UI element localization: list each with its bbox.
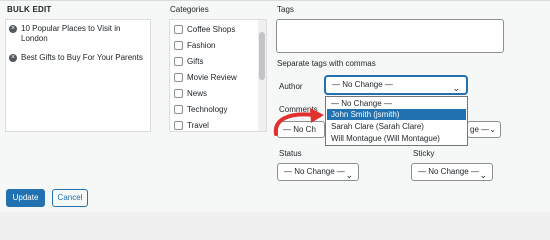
category-item[interactable]: News <box>174 89 207 98</box>
category-label: Fashion <box>187 41 216 50</box>
post-list-item: × 10 Popular Places to Visit in London <box>9 24 120 44</box>
post-title-line: London <box>21 34 48 43</box>
category-checkbox[interactable] <box>174 121 183 130</box>
cancel-button[interactable]: Cancel <box>52 189 88 207</box>
category-checkbox[interactable] <box>174 105 183 114</box>
category-checkbox[interactable] <box>174 89 183 98</box>
categories-title: Categories <box>170 5 209 14</box>
categories-scrollbar[interactable] <box>258 20 266 131</box>
status-select-value: — No Change — <box>284 167 345 176</box>
post-title-line: 10 Popular Places to Visit in <box>21 24 121 33</box>
scroll-thumb[interactable] <box>259 32 265 80</box>
author-select-value: — No Change — <box>332 80 393 89</box>
post-list-item: × Best Gifts to Buy For Your Parents <box>9 53 143 63</box>
red-arrow-icon <box>273 108 324 136</box>
category-checkbox[interactable] <box>174 57 183 66</box>
author-option[interactable]: Sarah Clare (Sarah Clare) <box>327 121 466 132</box>
tags-title: Tags <box>277 5 294 14</box>
author-option[interactable]: — No Change — <box>327 98 466 109</box>
author-label: Author <box>279 82 303 91</box>
category-label: Technology <box>187 105 228 114</box>
status-label: Status <box>279 149 302 158</box>
divider <box>0 0 550 1</box>
sticky-select-value: — No Change — <box>418 167 479 176</box>
category-checkbox[interactable] <box>174 73 183 82</box>
chevron-down-icon: ⌄ <box>452 83 460 93</box>
category-label: Travel <box>187 121 209 130</box>
chevron-down-icon: ⌄ <box>489 125 496 134</box>
author-dropdown: — No Change — John Smith (jsmith) Sarah … <box>325 96 468 146</box>
remove-post-icon[interactable]: × <box>9 54 17 62</box>
author-select[interactable]: — No Change — ⌄ <box>325 76 467 94</box>
status-select[interactable]: — No Change — ⌄ <box>277 163 359 181</box>
category-label: Movie Review <box>187 73 237 82</box>
tags-textarea[interactable] <box>276 19 504 53</box>
remove-post-icon[interactable]: × <box>9 25 17 33</box>
category-checkbox[interactable] <box>174 41 183 50</box>
category-item[interactable]: Travel <box>174 121 209 130</box>
update-button[interactable]: Update <box>6 189 45 207</box>
author-option[interactable]: Will Montague (Will Montague) <box>327 133 466 144</box>
category-item[interactable]: Coffee Shops <box>174 25 235 34</box>
tags-hint: Separate tags with commas <box>277 59 376 68</box>
bulk-edit-title: BULK EDIT <box>7 5 52 14</box>
category-label: News <box>187 89 208 98</box>
bulk-edit-post-list: × 10 Popular Places to Visit in London ×… <box>5 19 151 132</box>
category-item[interactable]: Technology <box>174 105 227 114</box>
pings-select[interactable]: ge — ⌄ <box>467 121 501 138</box>
category-label: Gifts <box>187 57 204 66</box>
category-item[interactable]: Movie Review <box>174 73 237 82</box>
bulk-edit-panel: BULK EDIT × 10 Popular Places to Visit i… <box>0 0 550 212</box>
sticky-select[interactable]: — No Change — ⌄ <box>411 163 493 181</box>
post-title: Best Gifts to Buy For Your Parents <box>21 53 143 62</box>
chevron-down-icon: ⌄ <box>479 170 487 180</box>
sticky-label: Sticky <box>413 149 435 158</box>
pings-select-value: ge — <box>470 125 490 134</box>
category-label: Coffee Shops <box>187 25 236 34</box>
categories-checklist: Coffee Shops Fashion Gifts Movie Review … <box>169 19 267 132</box>
post-title: 10 Popular Places to Visit in London <box>21 24 120 44</box>
category-checkbox[interactable] <box>174 25 183 34</box>
category-item[interactable]: Fashion <box>174 41 215 50</box>
chevron-down-icon: ⌄ <box>345 170 353 180</box>
author-option-highlighted[interactable]: John Smith (jsmith) <box>327 109 466 120</box>
category-item[interactable]: Gifts <box>174 57 203 66</box>
